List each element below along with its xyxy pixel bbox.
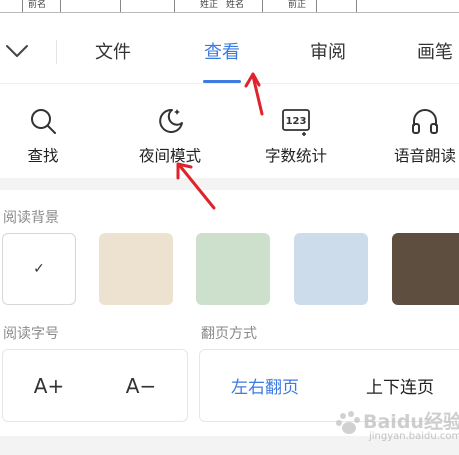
table-cell-text: 姓名 <box>226 0 245 10</box>
tab-view[interactable]: 查看 <box>204 38 240 64</box>
section-divider <box>0 178 459 190</box>
night-mode-label: 夜间模式 <box>138 147 201 165</box>
table-border <box>22 0 23 12</box>
document-table-strip: 前名 姓正 姓名 前正 <box>0 0 459 20</box>
word-count-icon: 123 <box>281 106 311 136</box>
tab-file[interactable]: 文件 <box>95 38 131 64</box>
background-swatch-blue[interactable] <box>294 233 368 305</box>
tab-bar: 文件 查看 审阅 画笔 <box>0 20 459 84</box>
word-count-button[interactable]: 123 字数统计 <box>241 84 351 178</box>
increase-font-icon: A+ <box>33 373 65 398</box>
background-swatch-white[interactable]: ✓ <box>2 233 76 305</box>
background-swatch-brown[interactable] <box>392 233 459 305</box>
table-cell-text: 前名 <box>28 0 47 10</box>
watermark-url: jingyan.baidu.com <box>369 431 459 442</box>
background-swatch-green[interactable] <box>196 233 270 305</box>
view-tools-row: 查找 夜间模式 123 字数统计 语音朗读 <box>0 84 459 178</box>
chevron-down-icon <box>6 45 28 57</box>
baidu-watermark: Baidu经验 jingyan.baidu.com <box>335 405 459 449</box>
tab-review[interactable]: 审阅 <box>310 38 346 64</box>
find-label: 查找 <box>27 147 59 165</box>
headphones-icon <box>410 106 440 136</box>
table-border <box>60 0 61 12</box>
table-border <box>0 12 459 13</box>
reading-background-title: 阅读背景 <box>3 210 59 226</box>
font-size-control: A+ A− <box>2 349 188 422</box>
table-border <box>174 0 175 12</box>
divider <box>56 40 57 64</box>
table-cell-text: 前正 <box>288 0 307 10</box>
read-aloud-button[interactable]: 语音朗读 <box>370 84 459 178</box>
night-mode-button[interactable]: 夜间模式 <box>115 84 225 178</box>
watermark-text: Baidu经验 <box>363 411 459 433</box>
font-size-title: 阅读字号 <box>3 326 59 342</box>
find-button[interactable]: 查找 <box>0 84 98 178</box>
night-mode-icon <box>155 106 185 136</box>
table-cell-text: 姓正 <box>200 0 219 10</box>
search-icon <box>28 106 58 136</box>
word-count-icon-text: 123 <box>286 116 307 127</box>
background-swatch-beige[interactable] <box>99 233 173 305</box>
decrease-font-button[interactable]: A− <box>95 350 187 421</box>
table-border <box>316 0 317 12</box>
check-icon: ✓ <box>33 261 45 277</box>
read-aloud-label: 语音朗读 <box>393 147 456 165</box>
active-tab-indicator <box>203 80 241 83</box>
collapse-button[interactable] <box>0 34 34 68</box>
increase-font-button[interactable]: A+ <box>3 350 95 421</box>
table-border <box>120 0 121 12</box>
page-flip-horizontal-option[interactable]: 左右翻页 <box>200 350 330 421</box>
paw-logo-icon <box>336 411 360 434</box>
page-flip-title: 翻页方式 <box>201 326 257 342</box>
table-border <box>262 0 263 12</box>
table-border <box>356 0 357 12</box>
decrease-font-icon: A− <box>125 373 157 398</box>
tab-pen[interactable]: 画笔 <box>417 38 453 64</box>
word-count-label: 字数统计 <box>264 147 327 165</box>
